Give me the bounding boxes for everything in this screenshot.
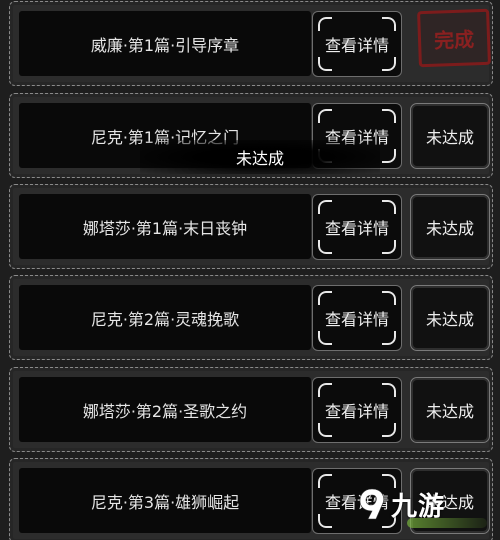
view-details-button[interactable]: 查看详情 <box>312 285 402 351</box>
chapter-title: 尼克·第3篇·雄狮崛起 <box>19 468 311 533</box>
view-details-label: 查看详情 <box>324 219 389 238</box>
view-details-button[interactable]: 查看详情 <box>312 377 402 443</box>
chapter-title: 威廉·第1篇·引导序章 <box>19 11 311 76</box>
status-button[interactable]: 未达成 <box>410 377 490 443</box>
view-details-label: 查看详情 <box>324 493 389 512</box>
chapter-title: 尼克·第2篇·灵魂挽歌 <box>19 285 311 350</box>
view-details-button[interactable]: 查看详情 <box>312 11 402 77</box>
completed-stamp: 完成 <box>417 8 491 68</box>
chapter-row: 尼克·第2篇·灵魂挽歌 查看详情 未达成 <box>9 275 493 360</box>
toast-message: 未达成 <box>140 140 380 174</box>
chapter-row: 尼克·第3篇·雄狮崛起 查看详情 未达成 <box>9 458 493 540</box>
status-button[interactable]: 未达成 <box>410 194 490 260</box>
status-button[interactable]: 未达成 <box>410 285 490 351</box>
chapter-title: 娜塔莎·第2篇·圣歌之约 <box>19 377 311 442</box>
view-details-button[interactable]: 查看详情 <box>312 194 402 260</box>
view-details-label: 查看详情 <box>324 310 389 329</box>
view-details-label: 查看详情 <box>324 36 389 55</box>
chapter-row: 娜塔莎·第2篇·圣歌之约 查看详情 未达成 <box>9 367 493 452</box>
view-details-label: 查看详情 <box>324 402 389 421</box>
view-details-button[interactable]: 查看详情 <box>312 468 402 534</box>
chapter-row: 威廉·第1篇·引导序章 查看详情 完成 <box>9 1 493 86</box>
chapter-list-screen: 威廉·第1篇·引导序章 查看详情 完成 尼克·第1篇·记忆之门 查看详情 未达成… <box>0 0 500 540</box>
status-button[interactable]: 未达成 <box>410 468 490 534</box>
chapter-row: 娜塔莎·第1篇·末日丧钟 查看详情 未达成 <box>9 184 493 269</box>
status-button[interactable]: 未达成 <box>410 103 490 169</box>
chapter-title: 娜塔莎·第1篇·末日丧钟 <box>19 194 311 259</box>
